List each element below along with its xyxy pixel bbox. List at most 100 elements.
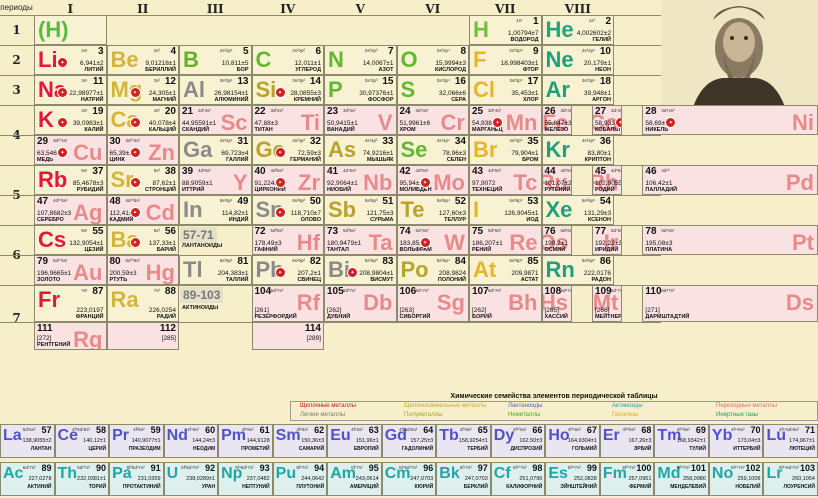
element-symbol: Dy: [493, 427, 515, 444]
electron-config: 4f⁵6s²: [241, 427, 254, 432]
atomic-mass: 107,8682±3: [37, 210, 72, 217]
group-header-II: II: [137, 2, 149, 16]
electron-config: 5f¹⁴7s²: [731, 465, 745, 470]
atomic-number: 112: [159, 323, 176, 334]
element-name: БОР: [236, 67, 249, 73]
electron-config: 5d³6s²: [343, 228, 356, 233]
f-element-cell-Er: Er 68 4f¹²6s² 167,26±3 ЭРБИЙ: [599, 424, 655, 458]
element-name: АСТАТ: [520, 277, 539, 283]
atomic-number: 50: [309, 196, 321, 207]
element-symbol: Ar: [545, 77, 570, 102]
atomic-number: 102: [745, 463, 761, 473]
element-symbol: V: [377, 110, 393, 135]
element-symbol: W: [444, 230, 465, 255]
mendeleev-portrait-image: [661, 0, 818, 113]
electron-config: 4s²4p⁵: [509, 138, 523, 143]
element-name: НИОБИЙ: [327, 187, 352, 193]
atomic-mass: 79,904±1: [511, 150, 539, 157]
family-legend-item: Легкие металлы: [300, 412, 346, 418]
element-symbol: Ra: [110, 287, 139, 312]
family-legend-item: Инертные газы: [716, 412, 758, 418]
electron-config: 4f¹5d¹6s²: [72, 427, 91, 432]
element-cell-Ne: Ne 10 20,179±1 НЕОН 2s²2p⁶: [541, 45, 614, 75]
element-name: ЦИНК: [109, 157, 125, 163]
atomic-mass: 223,0197: [76, 307, 104, 314]
electron-config: 6s²6p⁶: [581, 258, 595, 263]
electron-config: 5d⁵6s²: [488, 228, 502, 233]
atomic-number: 89: [41, 463, 52, 473]
atomic-number: 86: [599, 256, 611, 267]
atomic-number: 61: [259, 425, 270, 435]
element-cell-Ir: Ir77192,22±3ИРИДИЙ5d⁷6s²: [591, 225, 623, 255]
atomic-number: 23: [327, 106, 339, 117]
element-cell-O: O 8 15,9994±3 КИСЛОРОД 2s²2p⁴: [396, 45, 469, 75]
element-cell-Mo: Mo 42 95,94±1 МОЛИБДЕН 4d⁵5s¹ ✦: [396, 165, 469, 195]
atomic-mass: 144,9128: [246, 438, 270, 444]
electron-config: 7s¹: [81, 288, 88, 293]
electron-config: 3s²3p⁶: [581, 78, 595, 83]
electron-config: 3d³4s²: [343, 108, 356, 113]
element-name: ИОД: [526, 217, 539, 223]
electron-config: 4f¹⁴6s²: [731, 427, 745, 432]
atomic-number: 96: [423, 463, 434, 473]
family-legend-item: Галогены: [612, 412, 639, 418]
element-symbol: Pd: [785, 170, 814, 195]
element-symbol: F: [473, 47, 487, 72]
atomic-mass: [285]: [161, 335, 176, 342]
electron-config: 4s²4p⁶: [581, 138, 595, 143]
atomic-number: 60: [205, 425, 216, 435]
atomic-number: 99: [586, 463, 597, 473]
atomic-number: 95: [368, 463, 379, 473]
electron-config: 4f¹⁰6s²: [513, 427, 527, 432]
element-symbol: Pu: [275, 465, 297, 482]
electron-config: 4s²4p³: [364, 138, 378, 143]
atomic-mass: [262]: [472, 307, 487, 314]
element-name: НЕОН: [595, 67, 611, 73]
element-cell-Au: Au 79 196,9665±1 ЗОЛОТО 5d¹⁰6s¹: [34, 255, 107, 285]
atomic-number: 41: [327, 166, 339, 177]
atomic-mass: 32,066±6: [438, 90, 466, 97]
electron-config: 3d⁷4s²: [610, 108, 623, 113]
electron-config: 5d⁶6s²: [560, 228, 572, 233]
f-element-cell-Pa: Pa 91 5f²6d¹7s² 231,0359 ПРОТАКТИНИЙ: [109, 462, 164, 496]
electron-config: 6d⁸7s²: [661, 288, 675, 293]
atomic-number: 100: [636, 463, 652, 473]
element-symbol: He: [545, 17, 574, 42]
element-symbol: Yb: [711, 427, 733, 444]
element-symbol: Zn: [148, 140, 175, 165]
atomic-number: 107: [472, 286, 489, 297]
element-cell-Nb: Nb 41 92,9064±1 НИОБИЙ 4d⁴5s¹: [324, 165, 397, 195]
element-symbol: At: [473, 257, 497, 282]
atomic-number: 33: [382, 136, 394, 147]
element-cell-Sb: Sb 51 121,75±3 СУРЬМА 5s²5p³: [324, 195, 397, 225]
atomic-number: 42: [399, 166, 411, 177]
element-name: КАЛИЙ: [84, 127, 104, 133]
atomic-mass: 55,847±3: [544, 120, 572, 127]
element-name: НАТРИЙ: [80, 97, 104, 103]
electron-config: 4f⁴6s²: [187, 427, 200, 432]
atomic-number: 91: [150, 463, 161, 473]
atomic-mass: 162,50±3: [519, 438, 543, 444]
element-cell-Br: Br 35 79,904±1 БРОМ 4s²4p⁵: [469, 135, 542, 165]
element-symbol: Ni: [791, 110, 814, 135]
element-name: БРОМ: [522, 157, 539, 163]
element-name: САМАРИЙ: [298, 446, 325, 452]
atomic-number: 28: [645, 106, 657, 117]
element-symbol: N: [328, 47, 344, 72]
element-cell-Fe: Fe2655,847±3ЖЕЛЕЗО3d⁶4s²: [541, 105, 572, 135]
electron-config: 4d⁵5s²: [488, 168, 502, 173]
atomic-mass: 72,59±3: [297, 150, 321, 157]
family-legend-item: Неметаллы: [508, 412, 541, 418]
atomic-mass: 9,01218±1: [145, 60, 176, 67]
atomic-mass: 12,011±1: [294, 60, 321, 67]
atomic-number: 35: [527, 136, 539, 147]
atomic-number: 77: [594, 226, 607, 237]
red-marker-icon: ✦: [274, 267, 286, 278]
atomic-number: 31: [237, 136, 249, 147]
atomic-mass: [271]: [645, 307, 660, 314]
element-name: НЕОДИМ: [193, 446, 216, 452]
element-symbol: In: [183, 197, 203, 222]
element-cell-I: I 53 126,9045±1 ИОД 5s²5p⁵: [469, 195, 542, 225]
family-legend-item: Щелочноземельные металлы: [404, 403, 487, 409]
atomic-mass: 151,96±1: [355, 438, 379, 444]
